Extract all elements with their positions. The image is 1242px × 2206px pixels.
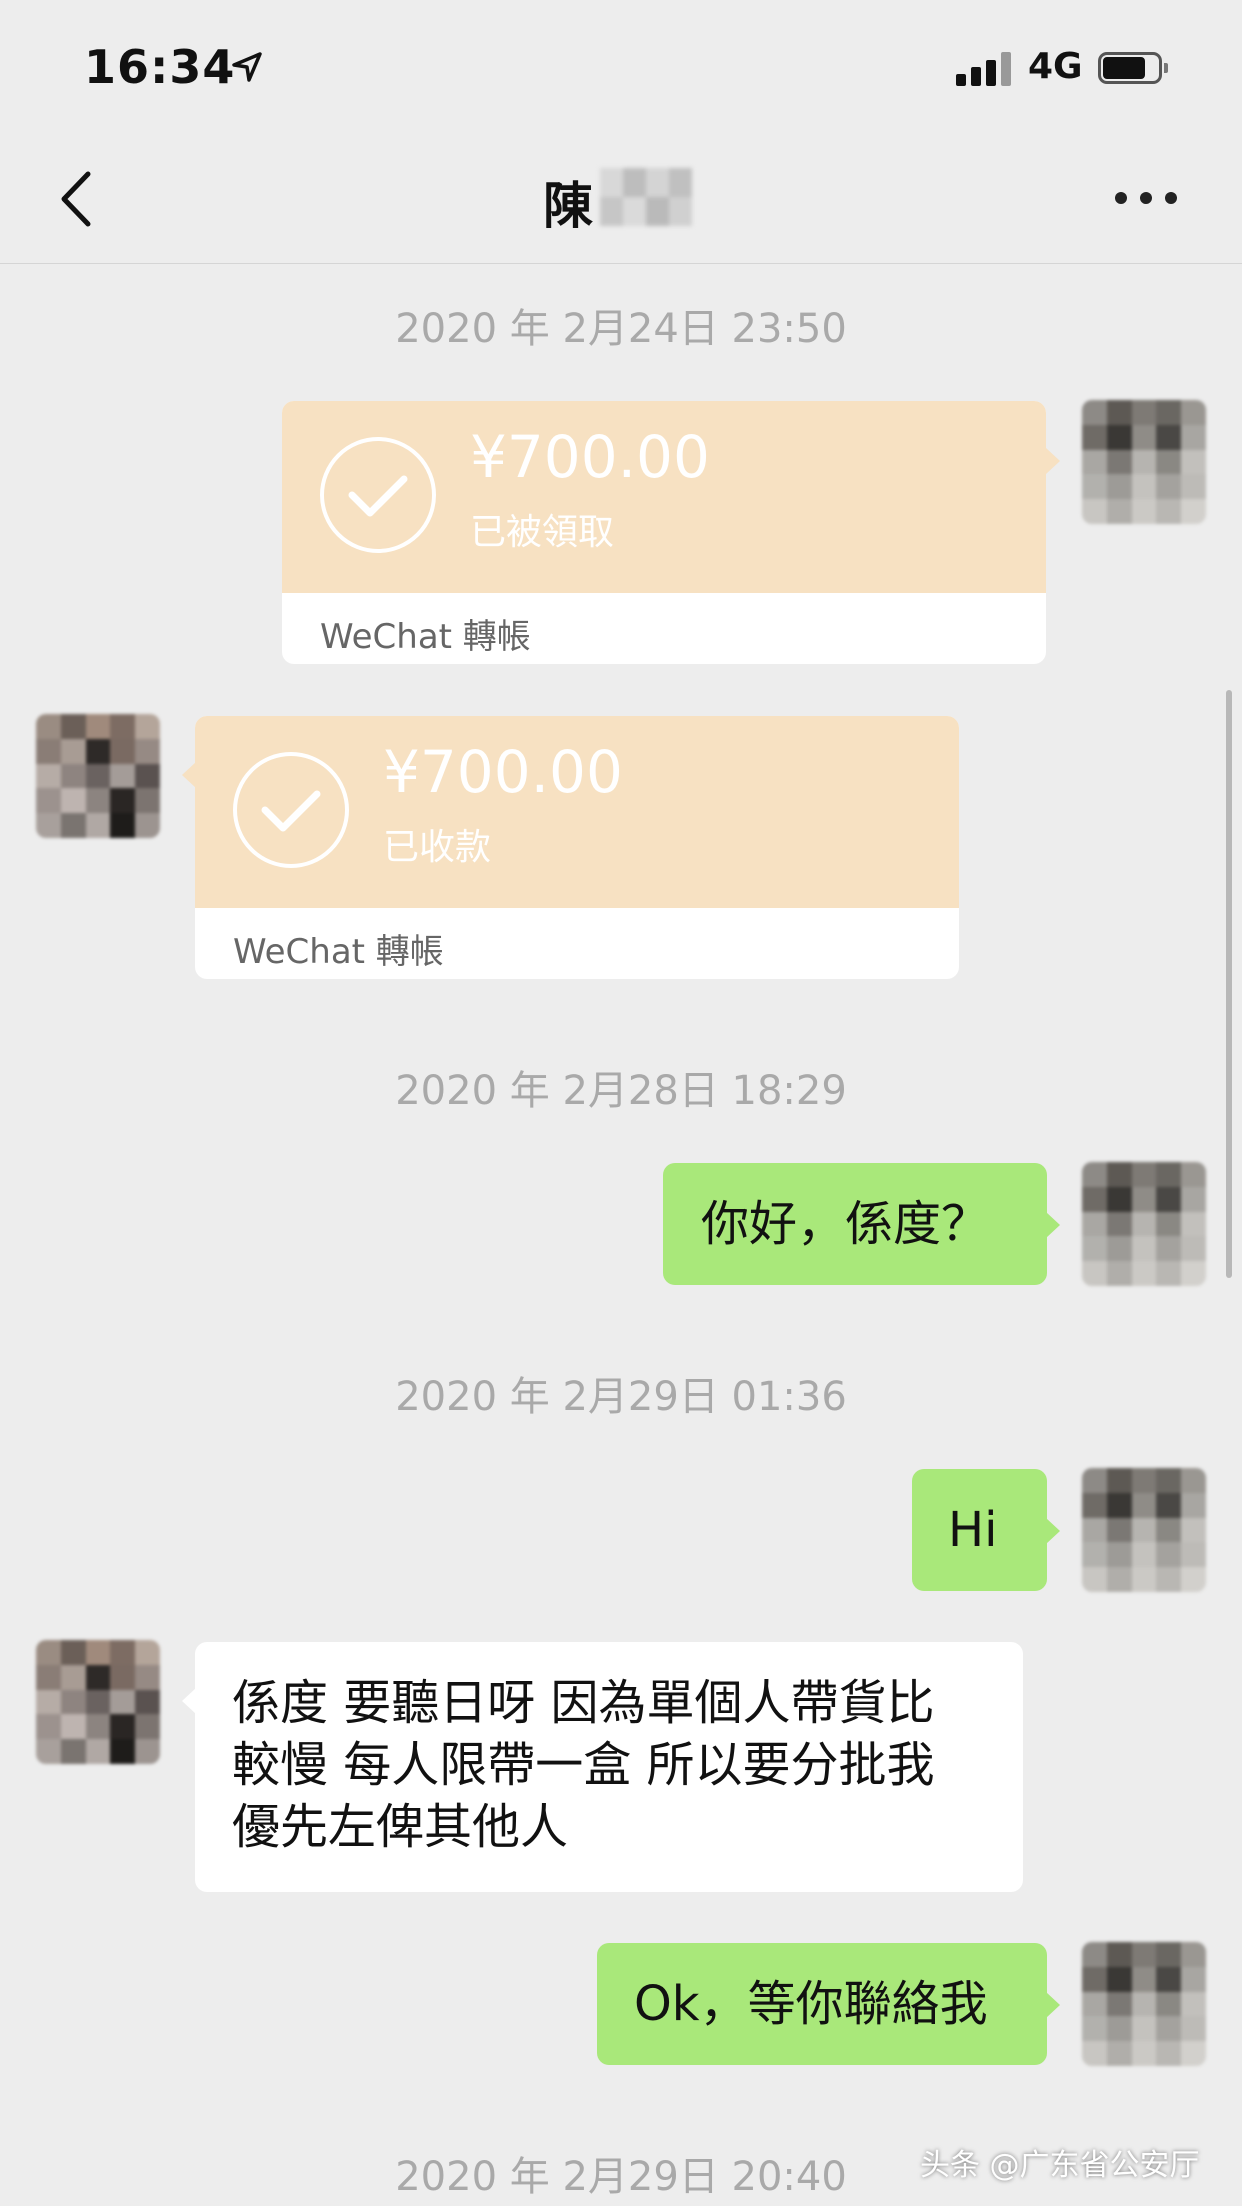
timestamp: 2020 年 2月28日 18:29: [395, 1068, 847, 1114]
scrollbar[interactable]: [1226, 690, 1232, 1278]
status-bar: 16:34 4G: [0, 0, 1242, 130]
message-line: 優先左俾其他人: [232, 1799, 569, 1855]
avatar[interactable]: [1082, 400, 1206, 524]
transfer-status: 已被領取: [470, 512, 615, 553]
signal-icon: [956, 52, 1012, 86]
transfer-status: 已收款: [383, 827, 492, 868]
transfer-amount: ¥700.00: [383, 738, 623, 806]
avatar[interactable]: [1082, 1468, 1206, 1592]
avatar[interactable]: [36, 1640, 160, 1764]
bubble-tail: [1046, 1518, 1060, 1544]
bubble-tail: [1046, 1992, 1060, 2018]
timestamp: 2020 年 2月29日 01:36: [395, 1374, 847, 1420]
network-type: 4G: [1028, 46, 1083, 87]
chat-header: 陳: [0, 130, 1242, 264]
battery-icon: [1098, 52, 1168, 84]
transfer-card-sent[interactable]: ¥700.00 已被領取 WeChat 轉帳: [282, 401, 1046, 664]
avatar[interactable]: [1082, 1162, 1206, 1286]
chat-title: 陳: [543, 177, 593, 235]
message-bubble-sent[interactable]: Hi: [912, 1469, 1047, 1591]
bubble-tail: [182, 1688, 196, 1714]
message-bubble-sent[interactable]: Ok，等你聯絡我: [597, 1943, 1047, 2065]
blurred-name: [600, 168, 692, 226]
check-icon: [233, 752, 349, 868]
location-arrow-icon: [232, 52, 262, 82]
avatar[interactable]: [36, 714, 160, 838]
transfer-amount: ¥700.00: [470, 423, 710, 491]
transfer-label: WeChat 轉帳: [320, 617, 531, 657]
avatar[interactable]: [1082, 1942, 1206, 2066]
timestamp: 2020 年 2月24日 23:50: [395, 306, 847, 352]
message-bubble-sent[interactable]: 你好，係度？: [663, 1163, 1047, 1285]
more-icon[interactable]: [1115, 188, 1177, 208]
status-time: 16:34: [84, 40, 236, 94]
bubble-tail: [1046, 448, 1060, 474]
transfer-card-received[interactable]: ¥700.00 已收款 WeChat 轉帳: [195, 716, 959, 979]
back-icon[interactable]: [56, 170, 96, 228]
bubble-tail: [182, 762, 196, 788]
check-icon: [320, 437, 436, 553]
message-bubble-received[interactable]: 係度 要聽日呀 因為單個人帶貨比 較慢 每人限帶一盒 所以要分批我 優先左俾其他…: [195, 1642, 1023, 1892]
transfer-label: WeChat 轉帳: [233, 932, 444, 972]
watermark: 头条 @广东省公安厅: [920, 2148, 1200, 2183]
message-line: 係度 要聽日呀 因為單個人帶貨比: [232, 1675, 935, 1731]
bubble-tail: [1046, 1212, 1060, 1238]
message-line: 較慢 每人限帶一盒 所以要分批我: [232, 1737, 935, 1793]
